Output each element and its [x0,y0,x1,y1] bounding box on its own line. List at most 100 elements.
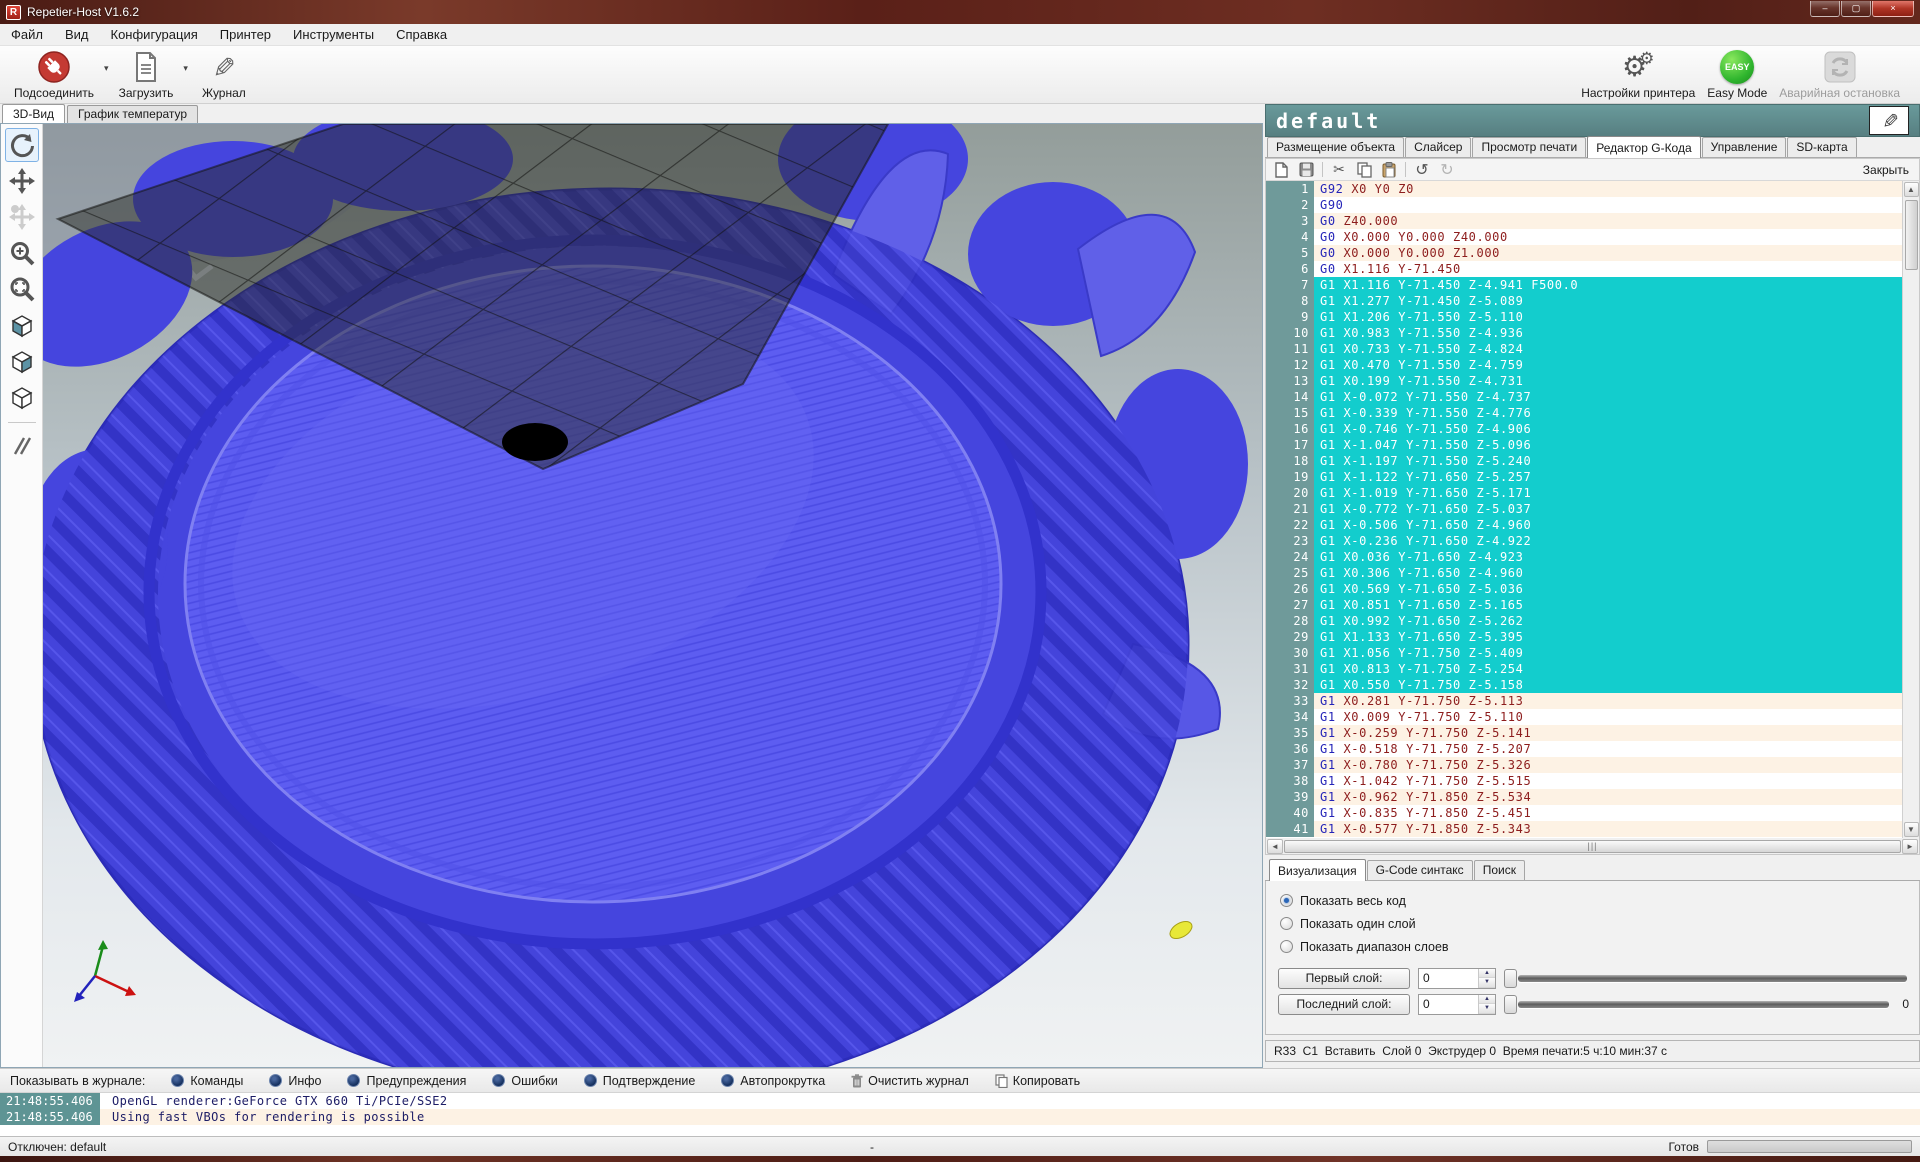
gcode-line[interactable]: 30G1 X1.056 Y-71.750 Z-5.409 [1266,645,1902,661]
first-layer-spinner[interactable]: 0 ▲▼ [1418,968,1496,989]
spin-down-icon[interactable]: ▼ [1479,978,1495,988]
menu-item[interactable]: Принтер [209,24,282,45]
move-object-button[interactable] [5,164,39,198]
log-toggle-button[interactable]: ✎ Журнал [192,48,256,102]
menu-item[interactable]: Справка [385,24,458,45]
log-filter-toggle[interactable]: Подтверждение [584,1074,696,1088]
gcode-line[interactable]: 32G1 X0.550 Y-71.750 Z-5.158 [1266,677,1902,693]
radio-option[interactable]: Показать весь код [1280,891,1907,910]
connect-button[interactable]: Подсоединить [8,48,100,102]
paste-icon[interactable] [1380,161,1398,179]
3d-viewport[interactable] [43,124,1262,1067]
scroll-right-arrow[interactable]: ► [1902,839,1918,854]
gcode-line[interactable]: 29G1 X1.133 Y-71.650 Z-5.395 [1266,629,1902,645]
viz-tab[interactable]: G-Code синтакс [1367,860,1473,880]
gcode-line[interactable]: 24G1 X0.036 Y-71.650 Z-4.923 [1266,549,1902,565]
edit-printer-button[interactable]: ✎ [1869,106,1909,135]
gcode-line[interactable]: 18G1 X-1.197 Y-71.550 Z-5.240 [1266,453,1902,469]
gcode-line[interactable]: 11G1 X0.733 Y-71.550 Z-4.824 [1266,341,1902,357]
right-panel-tab[interactable]: Просмотр печати [1472,137,1586,157]
cut-icon[interactable]: ✂ [1330,161,1348,179]
log-filter-toggle[interactable]: Автопрокрутка [721,1074,825,1088]
menu-item[interactable]: Конфигурация [100,24,209,45]
gcode-line[interactable]: 33G1 X0.281 Y-71.750 Z-5.113 [1266,693,1902,709]
slider-handle[interactable] [1504,995,1517,1014]
tab-temperature-graph[interactable]: График температур [67,105,198,123]
viz-tab[interactable]: Визуализация [1269,859,1366,881]
connect-dropdown-arrow[interactable]: ▾ [100,63,113,74]
front-view-button[interactable] [5,344,39,378]
spin-up-icon[interactable]: ▲ [1479,969,1495,979]
isometric-view-button[interactable] [5,308,39,342]
rotate-view-button[interactable] [5,128,39,162]
new-file-icon[interactable] [1272,161,1290,179]
gcode-line[interactable]: 22G1 X-0.506 Y-71.650 Z-4.960 [1266,517,1902,533]
right-panel-tab[interactable]: Управление [1702,137,1787,157]
move-viewpoint-button[interactable] [5,200,39,234]
gcode-line[interactable]: 6G0 X1.116 Y-71.450 [1266,261,1902,277]
parallel-projection-button[interactable] [5,429,39,463]
last-layer-button[interactable]: Последний слой: [1278,994,1410,1015]
gcode-line[interactable]: 20G1 X-1.019 Y-71.650 Z-5.171 [1266,485,1902,501]
gcode-line[interactable]: 15G1 X-0.339 Y-71.550 Z-4.776 [1266,405,1902,421]
gcode-editor[interactable]: 1G92 X0 Y0 Z02G903G0 Z40.0004G0 X0.000 Y… [1265,181,1920,838]
close-button[interactable]: × [1872,1,1914,17]
clear-log-button[interactable]: Очистить журнал [851,1074,969,1088]
gcode-line[interactable]: 26G1 X0.569 Y-71.650 Z-5.036 [1266,581,1902,597]
copy-log-button[interactable]: Копировать [995,1074,1080,1088]
gcode-line[interactable]: 21G1 X-0.772 Y-71.650 Z-5.037 [1266,501,1902,517]
spin-up-icon[interactable]: ▲ [1479,995,1495,1005]
gcode-line[interactable]: 35G1 X-0.259 Y-71.750 Z-5.141 [1266,725,1902,741]
top-view-button[interactable] [5,380,39,414]
spin-down-icon[interactable]: ▼ [1479,1004,1495,1014]
gcode-line[interactable]: 27G1 X0.851 Y-71.650 Z-5.165 [1266,597,1902,613]
undo-icon[interactable]: ↺ [1413,161,1431,179]
gcode-line[interactable]: 23G1 X-0.236 Y-71.650 Z-4.922 [1266,533,1902,549]
gcode-line[interactable]: 37G1 X-0.780 Y-71.750 Z-5.326 [1266,757,1902,773]
gcode-line[interactable]: 28G1 X0.992 Y-71.650 Z-5.262 [1266,613,1902,629]
scroll-up-arrow[interactable]: ▲ [1904,182,1919,197]
easy-mode-button[interactable]: EASY Easy Mode [1701,48,1773,102]
maximize-button[interactable]: ▢ [1841,1,1871,17]
gcode-line[interactable]: 41G1 X-0.577 Y-71.850 Z-5.343 [1266,821,1902,837]
scroll-left-arrow[interactable]: ◄ [1267,839,1283,854]
gcode-line[interactable]: 13G1 X0.199 Y-71.550 Z-4.731 [1266,373,1902,389]
emergency-stop-button[interactable]: Аварийная остановка [1773,48,1906,102]
gcode-line[interactable]: 19G1 X-1.122 Y-71.650 Z-5.257 [1266,469,1902,485]
vertical-scroll-thumb[interactable] [1905,200,1918,270]
gcode-line[interactable]: 16G1 X-0.746 Y-71.550 Z-4.906 [1266,421,1902,437]
menu-item[interactable]: Инструменты [282,24,385,45]
gcode-line[interactable]: 34G1 X0.009 Y-71.750 Z-5.110 [1266,709,1902,725]
log-filter-toggle[interactable]: Ошибки [492,1074,557,1088]
first-layer-button[interactable]: Первый слой: [1278,968,1410,989]
gcode-line[interactable]: 17G1 X-1.047 Y-71.550 Z-5.096 [1266,437,1902,453]
log-filter-toggle[interactable]: Инфо [269,1074,321,1088]
close-editor-button[interactable]: Закрыть [1863,163,1913,177]
gcode-line[interactable]: 40G1 X-0.835 Y-71.850 Z-5.451 [1266,805,1902,821]
menu-item[interactable]: Вид [54,24,100,45]
gcode-line[interactable]: 14G1 X-0.072 Y-71.550 Z-4.737 [1266,389,1902,405]
gcode-line[interactable]: 25G1 X0.306 Y-71.650 Z-4.960 [1266,565,1902,581]
gcode-line[interactable]: 4G0 X0.000 Y0.000 Z40.000 [1266,229,1902,245]
gcode-line[interactable]: 38G1 X-1.042 Y-71.750 Z-5.515 [1266,773,1902,789]
gcode-line[interactable]: 31G1 X0.813 Y-71.750 Z-5.254 [1266,661,1902,677]
viz-tab[interactable]: Поиск [1474,860,1525,880]
load-button[interactable]: Загрузить [113,48,180,102]
printer-settings-button[interactable]: ⚙⚙ Настройки принтера [1575,48,1701,102]
horizontal-scroll-thumb[interactable]: ||| [1284,840,1901,853]
gcode-line[interactable]: 10G1 X0.983 Y-71.550 Z-4.936 [1266,325,1902,341]
scroll-down-arrow[interactable]: ▼ [1904,822,1919,837]
gcode-line[interactable]: 8G1 X1.277 Y-71.450 Z-5.089 [1266,293,1902,309]
right-panel-tab[interactable]: SD-карта [1787,137,1856,157]
radio-option[interactable]: Показать диапазон слоев [1280,937,1907,956]
horizontal-scrollbar[interactable]: ◄ ||| ► [1265,838,1920,855]
load-dropdown-arrow[interactable]: ▾ [179,63,192,74]
last-layer-slider[interactable] [1504,994,1891,1014]
right-panel-tab[interactable]: Редактор G-Кода [1587,136,1700,158]
gcode-line[interactable]: 5G0 X0.000 Y0.000 Z1.000 [1266,245,1902,261]
tab-3d-view[interactable]: 3D-Вид [2,104,65,123]
gcode-line[interactable]: 39G1 X-0.962 Y-71.850 Z-5.534 [1266,789,1902,805]
right-panel-tab[interactable]: Размещение объекта [1267,137,1404,157]
save-icon[interactable] [1297,161,1315,179]
slider-handle[interactable] [1504,969,1517,988]
